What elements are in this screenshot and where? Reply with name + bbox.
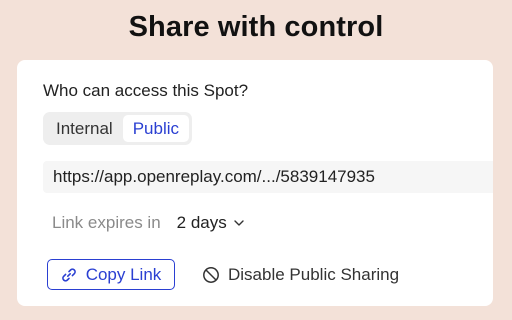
share-card: Who can access this Spot? Internal Publi…: [17, 60, 493, 306]
copy-link-button[interactable]: Copy Link: [47, 259, 175, 290]
disable-public-sharing-button[interactable]: Disable Public Sharing: [202, 259, 399, 290]
link-icon: [61, 267, 77, 283]
disable-sharing-label: Disable Public Sharing: [228, 264, 400, 284]
headline: Share with control: [128, 11, 384, 43]
access-question: Who can access this Spot?: [43, 81, 249, 100]
access-toggle: Internal Public: [43, 112, 193, 145]
block-icon: [202, 266, 220, 284]
tab-public[interactable]: Public: [122, 115, 190, 142]
chevron-down-icon: [233, 217, 245, 229]
copy-link-label: Copy Link: [85, 264, 162, 284]
expiry-label: Link expires in: [52, 213, 161, 232]
expiry-value: 2 days: [176, 213, 227, 232]
tab-internal[interactable]: Internal: [46, 115, 123, 142]
share-url-field[interactable]: https://app.openreplay.com/.../583914793…: [43, 161, 493, 193]
expiry-row: Link expires in 2 days: [52, 210, 245, 236]
expiry-select[interactable]: 2 days: [177, 213, 245, 233]
